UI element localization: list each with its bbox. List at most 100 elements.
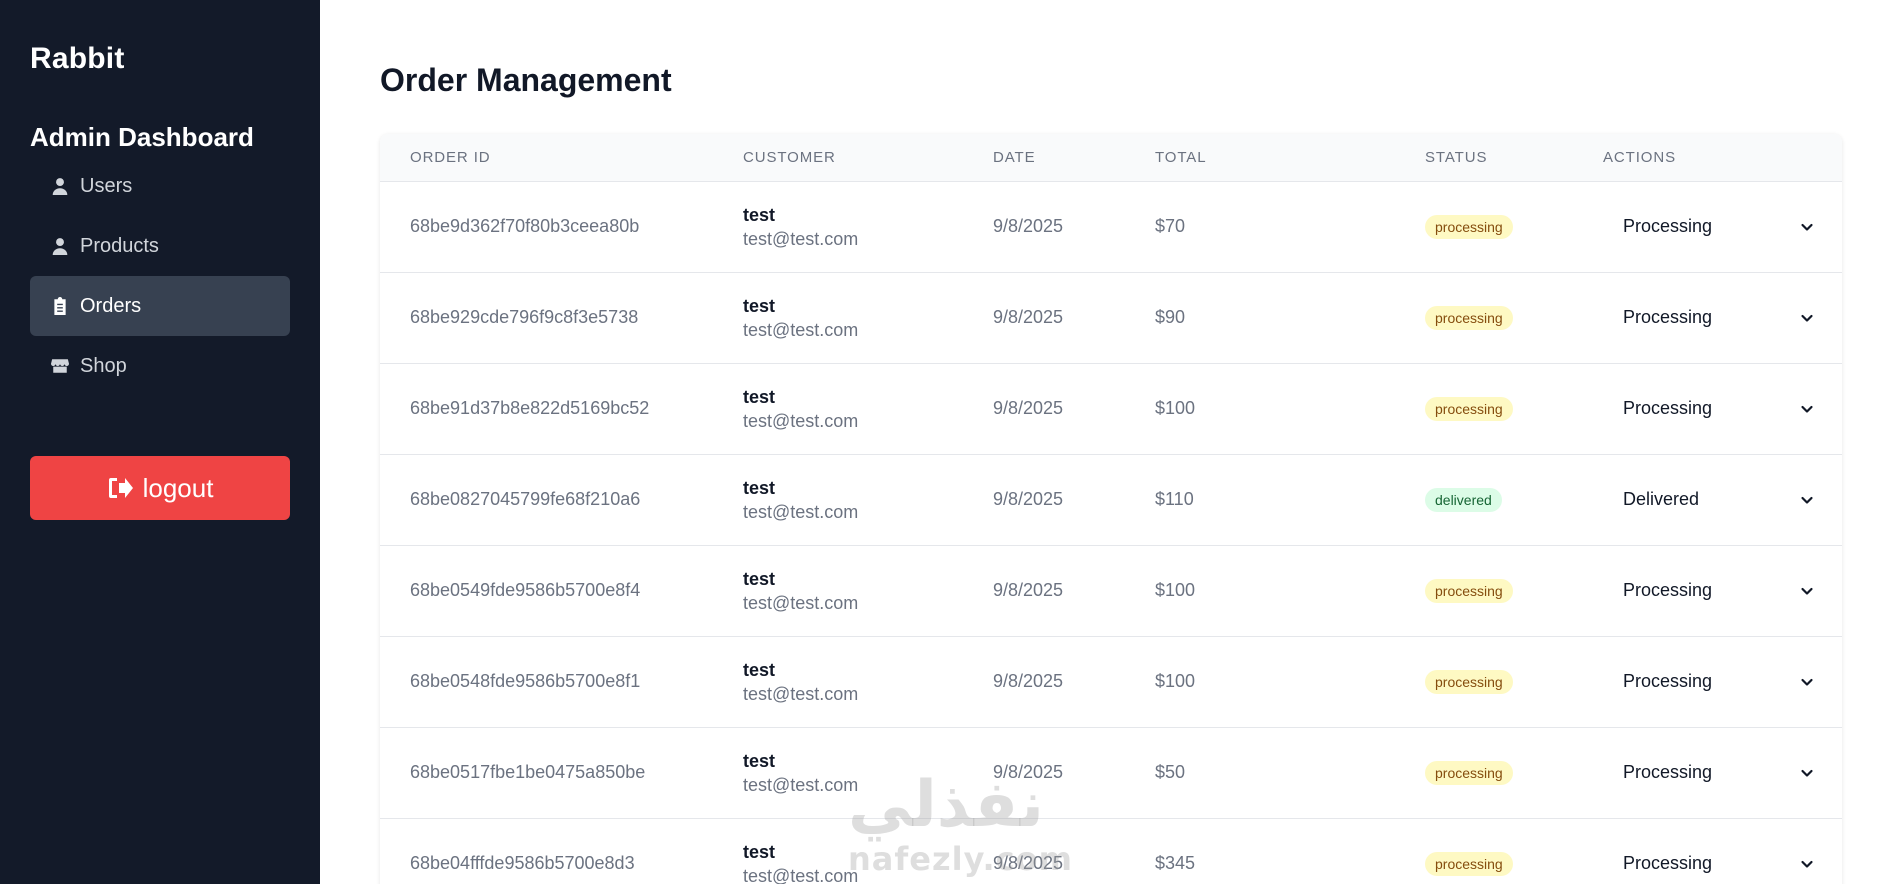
status-badge: processing: [1425, 669, 1513, 694]
customer-cell: test test@test.com: [713, 272, 963, 364]
date-cell: 9/8/2025: [963, 545, 1125, 637]
orders-table: ORDER ID CUSTOMER DATE TOTAL STATUS ACTI…: [380, 134, 1842, 884]
total-cell: $70: [1125, 181, 1395, 273]
user-icon: [50, 176, 70, 196]
status-select[interactable]: Processing: [1603, 662, 1823, 702]
customer-cell: test test@test.com: [713, 545, 963, 637]
total-cell: $100: [1125, 545, 1395, 637]
status-cell: delivered: [1395, 454, 1573, 546]
status-badge: processing: [1425, 760, 1513, 785]
status-select-value: Processing: [1623, 580, 1713, 600]
sidebar-item-users[interactable]: Users: [30, 156, 290, 216]
table-row: 68be9d362f70f80b3ceea80b test test@test.co…: [380, 181, 1842, 273]
chevron-down-icon: [1799, 401, 1815, 417]
table-row: 68be0548fde9586b5700e8f1 test test@test.co…: [380, 636, 1842, 728]
order-id-cell: 68be929cde796f9c8f3e5738: [380, 272, 713, 364]
column-header-total: TOTAL: [1125, 134, 1395, 182]
customer-email: test@test.com: [743, 228, 859, 249]
status-select-value: Processing: [1623, 216, 1713, 236]
order-id-cell: 68be04fffde9586b5700e8d3: [380, 818, 713, 884]
status-select-value: Processing: [1623, 307, 1713, 327]
status-select[interactable]: Processing: [1603, 844, 1823, 884]
status-cell: processing: [1395, 363, 1573, 455]
brand-logo[interactable]: Rabbit: [30, 42, 125, 76]
status-select[interactable]: Processing: [1603, 298, 1823, 338]
actions-cell: Processing: [1573, 363, 1842, 455]
order-id-cell: 68be91d37b8e822d5169bc52: [380, 363, 713, 455]
customer-email: test@test.com: [743, 774, 859, 795]
customer-email: test@test.com: [743, 865, 859, 884]
actions-cell: Delivered: [1573, 454, 1842, 546]
status-badge: processing: [1425, 396, 1513, 421]
status-select[interactable]: Processing: [1603, 389, 1823, 429]
table-row: 68be0517fbe1be0475a850be test test@test.co…: [380, 727, 1842, 819]
status-select[interactable]: Delivered: [1603, 480, 1823, 520]
status-cell: processing: [1395, 181, 1573, 273]
table-row: 68be91d37b8e822d5169bc52 test test@test.co…: [380, 363, 1842, 455]
page-title: Order Management: [380, 62, 672, 98]
sidebar-item-label: Orders: [80, 294, 142, 317]
customer-name: test: [743, 750, 776, 771]
actions-cell: Processing: [1573, 272, 1842, 364]
status-select[interactable]: Processing: [1603, 571, 1823, 611]
status-badge: processing: [1425, 851, 1513, 876]
actions-cell: Processing: [1573, 727, 1842, 819]
status-badge: processing: [1425, 214, 1513, 239]
customer-name: test: [743, 204, 776, 225]
total-cell: $50: [1125, 727, 1395, 819]
table-row: 68be0827045799fe68f210a6 test test@test.co…: [380, 454, 1842, 546]
customer-name: test: [743, 568, 776, 589]
customer-name: test: [743, 841, 776, 862]
chevron-down-icon: [1799, 219, 1815, 235]
table-row: 68be04fffde9586b5700e8d3 test test@test.co…: [380, 818, 1842, 884]
status-badge: delivered: [1425, 487, 1502, 512]
date-cell: 9/8/2025: [963, 181, 1125, 273]
table-header-row: ORDER ID CUSTOMER DATE TOTAL STATUS ACTI…: [380, 134, 1842, 182]
sidebar-item-products[interactable]: Products: [30, 216, 290, 276]
total-cell: $100: [1125, 363, 1395, 455]
customer-cell: test test@test.com: [713, 818, 963, 884]
status-select[interactable]: Processing: [1603, 753, 1823, 793]
date-cell: 9/8/2025: [963, 272, 1125, 364]
total-cell: $100: [1125, 636, 1395, 728]
column-header-order-id: ORDER ID: [380, 134, 713, 182]
customer-cell: test test@test.com: [713, 181, 963, 273]
column-header-date: DATE: [963, 134, 1125, 182]
customer-cell: test test@test.com: [713, 454, 963, 546]
order-id-cell: 68be9d362f70f80b3ceea80b: [380, 181, 713, 273]
sidebar-item-label: Users: [80, 174, 133, 197]
column-header-status: STATUS: [1395, 134, 1573, 182]
sidebar-item-label: Products: [80, 234, 159, 257]
sidebar-nav: Users Products Orders Shop: [30, 156, 290, 396]
date-cell: 9/8/2025: [963, 363, 1125, 455]
dashboard-title: Admin Dashboard: [30, 122, 254, 152]
chevron-down-icon: [1799, 310, 1815, 326]
status-select-value: Processing: [1623, 853, 1713, 873]
logout-button[interactable]: logout: [30, 456, 290, 520]
total-cell: $345: [1125, 818, 1395, 884]
order-id-cell: 68be0548fde9586b5700e8f1: [380, 636, 713, 728]
status-cell: processing: [1395, 272, 1573, 364]
logout-label: logout: [142, 472, 214, 503]
status-badge: processing: [1425, 578, 1513, 603]
status-select-value: Processing: [1623, 762, 1713, 782]
actions-cell: Processing: [1573, 545, 1842, 637]
order-id-cell: 68be0827045799fe68f210a6: [380, 454, 713, 546]
status-select[interactable]: Processing: [1603, 207, 1823, 247]
total-cell: $90: [1125, 272, 1395, 364]
order-id-cell: 68be0517fbe1be0475a850be: [380, 727, 713, 819]
sidebar-item-orders[interactable]: Orders: [30, 276, 290, 336]
chevron-down-icon: [1799, 674, 1815, 690]
sidebar-item-label: Shop: [80, 354, 127, 377]
orders-table-body: 68be9d362f70f80b3ceea80b test test@test.co…: [380, 181, 1842, 884]
sign-out-icon: [107, 476, 133, 500]
column-header-customer: CUSTOMER: [713, 134, 963, 182]
chevron-down-icon: [1799, 492, 1815, 508]
actions-cell: Processing: [1573, 818, 1842, 884]
chevron-down-icon: [1799, 765, 1815, 781]
customer-email: test@test.com: [743, 501, 859, 522]
sidebar-item-shop[interactable]: Shop: [30, 336, 290, 396]
customer-name: test: [743, 295, 776, 316]
customer-email: test@test.com: [743, 410, 859, 431]
store-icon: [50, 356, 70, 376]
